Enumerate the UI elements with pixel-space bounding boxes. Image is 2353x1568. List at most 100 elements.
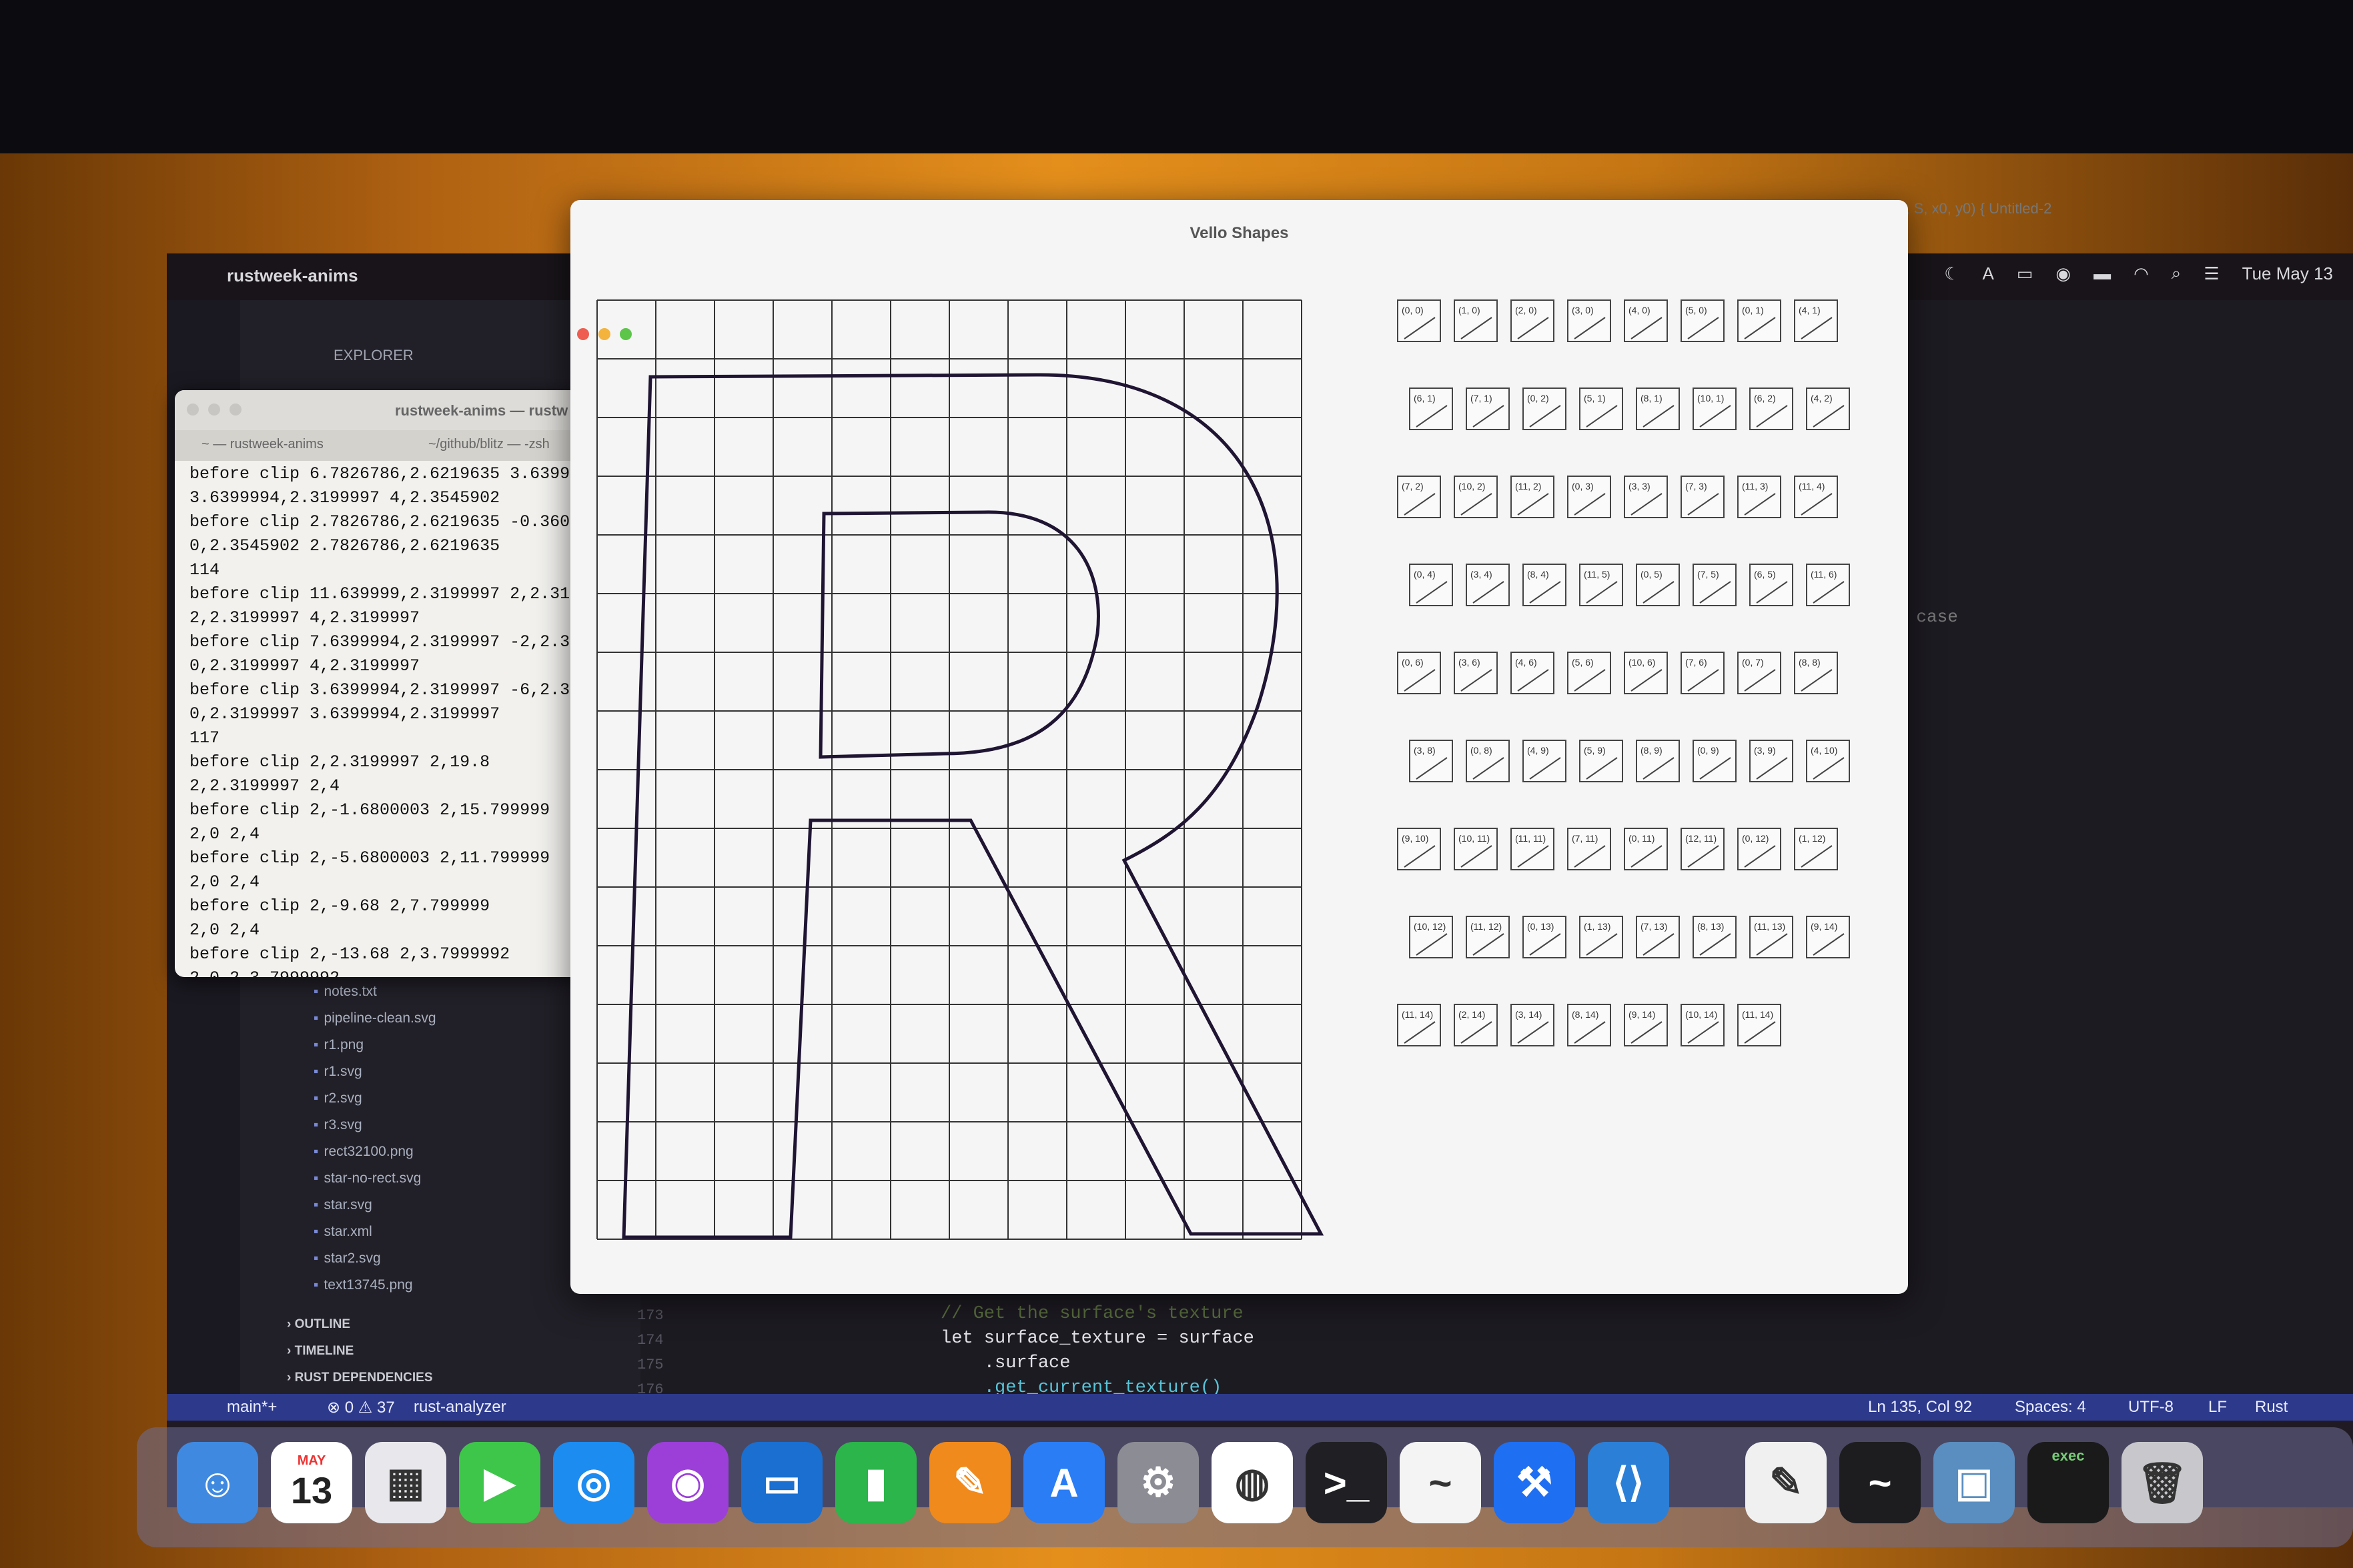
file-item[interactable]: text13745.png [314,1277,412,1293]
problems-count[interactable]: ⊗ 0 ⚠ 37 [327,1398,395,1417]
terminal-line: before clip 2,2.3199997 2,19.8 [189,752,490,772]
search-icon[interactable]: ⌕ [2172,263,2182,284]
terminal-tab-1[interactable]: ~ — rustweek-anims [201,437,324,452]
file-item[interactable]: r2.svg [314,1090,362,1106]
tile-label: (8, 13) [1697,921,1724,932]
tile-label: (10, 6) [1628,657,1655,668]
file-item[interactable]: star-no-rect.svg [314,1170,421,1187]
wifi-icon[interactable]: ◠ [2134,263,2149,284]
tile-label: (10, 2) [1458,481,1485,492]
tile-label: (11, 4) [1799,481,1825,492]
trash-icon[interactable]: 🗑 [2122,1442,2203,1523]
terminal-line: 2,0 2,4 [189,872,260,892]
code-line[interactable]: let surface_texture = surface [941,1329,1254,1349]
code-line[interactable]: .surface [941,1353,1071,1373]
tile-label: (8, 9) [1640,745,1663,756]
terminal-window[interactable]: rustweek-anims — rustw ~ — rustweek-anim… [175,390,628,977]
line-number: 174 [637,1332,664,1349]
letter-r-outline [622,373,1324,1239]
rust-analyzer-status[interactable]: rust-analyzer [414,1398,506,1417]
launchpad-icon[interactable]: ▦ [365,1442,446,1523]
git-branch[interactable]: main*+ [227,1398,277,1417]
chrome-icon[interactable]: ◍ [1212,1442,1293,1523]
freeform-icon[interactable]: ~ [1400,1442,1481,1523]
activity-monitor-icon[interactable]: ~ [1839,1442,1921,1523]
tile-label: (1, 13) [1584,921,1610,932]
file-item[interactable]: notes.txt [314,984,376,1000]
zoom-icon[interactable] [229,404,242,416]
file-item[interactable]: r3.svg [314,1117,362,1133]
file-item[interactable]: rect32100.png [314,1144,413,1160]
terminal-line: 117 [189,728,220,748]
file-item[interactable]: r1.svg [314,1064,362,1080]
file-item[interactable]: star.svg [314,1197,372,1213]
tile-label: (8, 14) [1572,1009,1598,1020]
exec-icon[interactable]: exec [2027,1442,2109,1523]
tile-label: (5, 1) [1584,393,1606,404]
terminal-icon[interactable]: >_ [1306,1442,1387,1523]
app-store-icon[interactable]: A [1023,1442,1105,1523]
terminal-line: 2,0 2,4 [189,824,260,844]
tile-label: (0, 12) [1742,833,1769,844]
tile-label: (0, 8) [1470,745,1492,756]
pages-icon[interactable]: ✎ [929,1442,1011,1523]
clock[interactable]: Tue May 13 [2242,263,2333,284]
terminal-tab-2[interactable]: ~/github/blitz — -zsh [428,437,550,452]
file-item[interactable]: r1.png [314,1037,364,1053]
xcode-icon[interactable]: ⚒ [1494,1442,1575,1523]
finder-icon[interactable]: ☺ [177,1442,258,1523]
terminal-line: before clip 7.6399994,2.3199997 -2,2.319… [189,632,610,652]
sidebar-section[interactable]: › TIMELINE [287,1344,354,1359]
tile-label: (1, 12) [1799,833,1825,844]
sidebar-section[interactable]: › RUST DEPENDENCIES [287,1371,433,1385]
tile-label: (11, 2) [1515,481,1541,492]
tile-label: (4, 6) [1515,657,1537,668]
safari-icon[interactable]: ◎ [553,1442,634,1523]
close-icon[interactable] [187,404,199,416]
minimize-icon[interactable] [208,404,220,416]
preview-icon[interactable]: ▣ [1933,1442,2015,1523]
line-number: 175 [637,1357,664,1373]
keynote-icon[interactable]: ▭ [741,1442,823,1523]
textedit-icon[interactable]: ✎ [1745,1442,1827,1523]
cursor-position[interactable]: Ln 135, Col 92 [1868,1398,1972,1417]
app-name[interactable]: rustweek-anims [227,265,358,286]
encoding[interactable]: UTF-8 [2128,1398,2174,1417]
battery-icon[interactable]: ▬ [2093,263,2111,284]
tile-label: (0, 11) [1628,833,1655,844]
vscode-icon[interactable]: ⟨⟩ [1588,1442,1669,1523]
file-item[interactable]: star2.svg [314,1251,380,1267]
file-item[interactable]: pipeline-clean.svg [314,1010,436,1026]
control-center-icon[interactable]: ☰ [2204,263,2219,284]
projector-screen: rustweek-anims ☾ A ▭ ◉ ▬ ◠ ⌕ ☰ Tue May 1… [0,0,2353,1568]
tile-label: (4, 1) [1799,305,1821,315]
tile-label: (6, 1) [1414,393,1436,404]
user-icon[interactable]: ◉ [2055,263,2071,284]
tile-label: (11, 11) [1515,833,1546,844]
tile-label: (4, 2) [1811,393,1833,404]
tile-label: (2, 0) [1515,305,1537,315]
tile-label: (0, 5) [1640,569,1663,580]
calendar-month: MAY [297,1453,326,1468]
tile-label: (8, 1) [1640,393,1663,404]
settings-icon[interactable]: ⚙ [1117,1442,1199,1523]
file-item[interactable]: star.xml [314,1224,372,1240]
screen-mirror-icon[interactable]: ▭ [2017,263,2033,284]
sidebar-section[interactable]: › OUTLINE [287,1317,350,1332]
indentation[interactable]: Spaces: 4 [2015,1398,2086,1417]
code-line[interactable]: // Get the surface's texture [941,1304,1244,1324]
tile-label: (3, 9) [1754,745,1776,756]
language-mode[interactable]: Rust [2255,1398,2288,1417]
tile-label: (5, 0) [1685,305,1707,315]
tile-label: (0, 6) [1402,657,1424,668]
moon-icon[interactable]: ☾ [1944,263,1959,284]
line-ending[interactable]: LF [2208,1398,2227,1417]
podcasts-icon[interactable]: ◉ [647,1442,729,1523]
facetime-icon[interactable]: ▶ [459,1442,540,1523]
numbers-icon[interactable]: ▮ [835,1442,917,1523]
input-source-icon[interactable]: A [1983,263,1994,284]
calendar-icon[interactable]: MAY 13 [271,1442,352,1523]
vello-shapes-window[interactable]: Vello Shapes (0, 0) (1, 0) (2, 0) (3, 0) (4,… [570,200,1908,1294]
tile-label: (3, 8) [1414,745,1436,756]
tile-label: (5, 9) [1584,745,1606,756]
